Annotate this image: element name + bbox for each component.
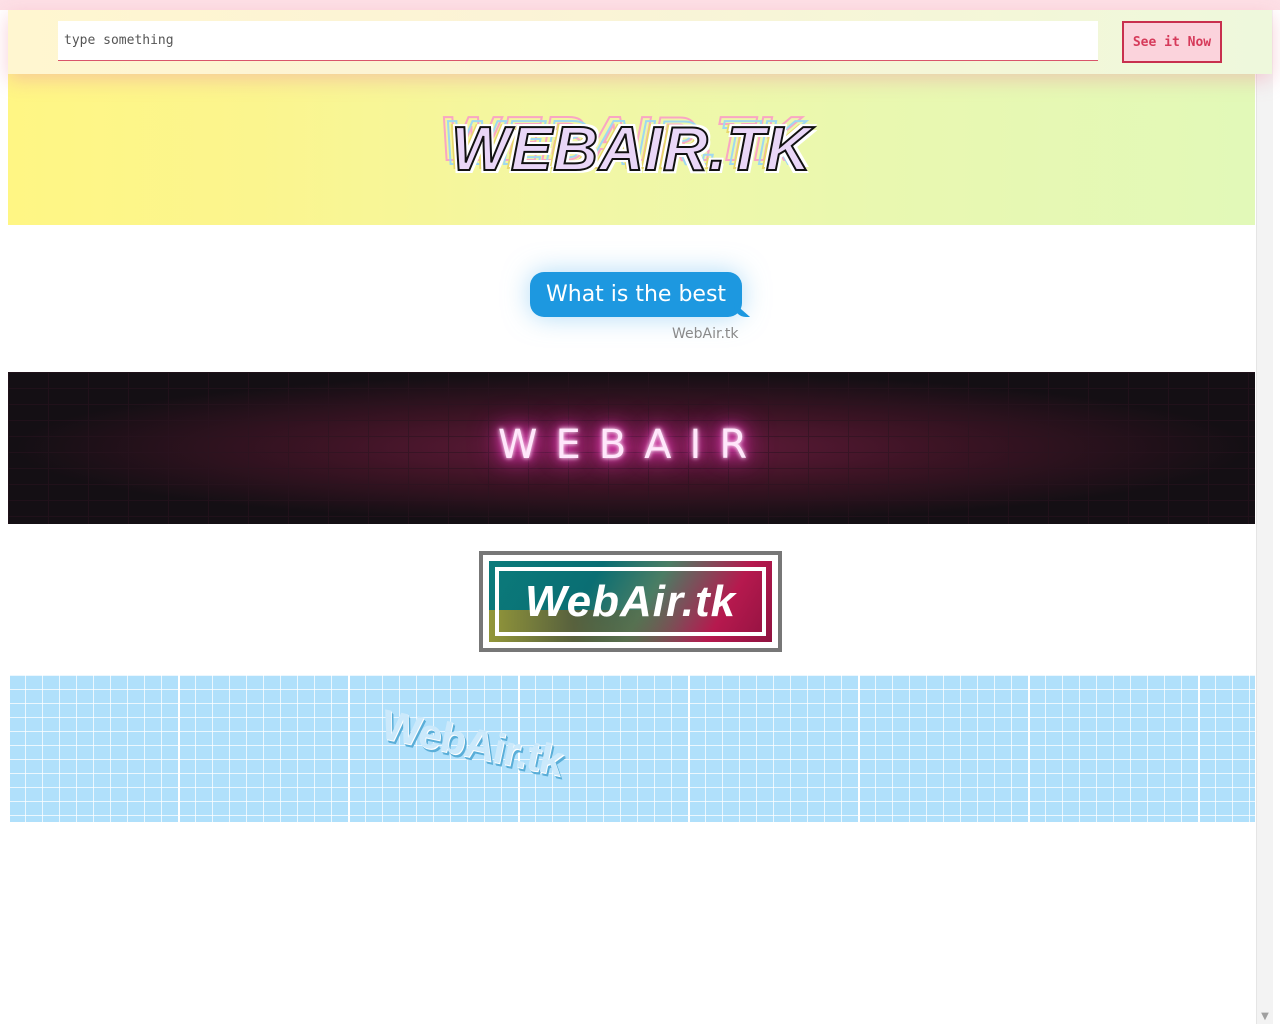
sticker-logo-text: WEBAIR.TK bbox=[450, 114, 812, 185]
grid-logo-banner: WebAir.tk bbox=[8, 675, 1255, 822]
sticker-logo-banner: WEBAIR.TK WEBAIR.TK WEBAIR.TK WEBAIR.TK bbox=[8, 74, 1255, 225]
speech-bubble-text: What is the best bbox=[530, 272, 743, 317]
scroll-down-arrow-icon[interactable]: ▼ bbox=[1257, 1008, 1273, 1024]
header-bar: See it Now bbox=[8, 10, 1272, 74]
sticker-logo: WEBAIR.TK WEBAIR.TK WEBAIR.TK WEBAIR.TK bbox=[438, 104, 812, 185]
neon-brick-banner: WEBAIR bbox=[8, 372, 1255, 524]
speech-bubble: What is the best bbox=[530, 272, 743, 317]
search-input[interactable] bbox=[58, 21, 1098, 61]
top-strip bbox=[0, 0, 1280, 10]
speech-bubble-caption: WebAir.tk bbox=[672, 326, 739, 342]
grid-logo-text: WebAir.tk bbox=[377, 700, 567, 785]
framed-logo-art: WebAir.tk bbox=[489, 561, 772, 642]
vertical-scrollbar[interactable]: ▲ ▼ bbox=[1256, 10, 1273, 1024]
neon-logo-text: WEBAIR bbox=[497, 422, 766, 468]
framed-logo-text: WebAir.tk bbox=[524, 576, 737, 626]
framed-logo-banner: WebAir.tk bbox=[479, 551, 782, 652]
see-it-now-button[interactable]: See it Now bbox=[1122, 21, 1222, 63]
